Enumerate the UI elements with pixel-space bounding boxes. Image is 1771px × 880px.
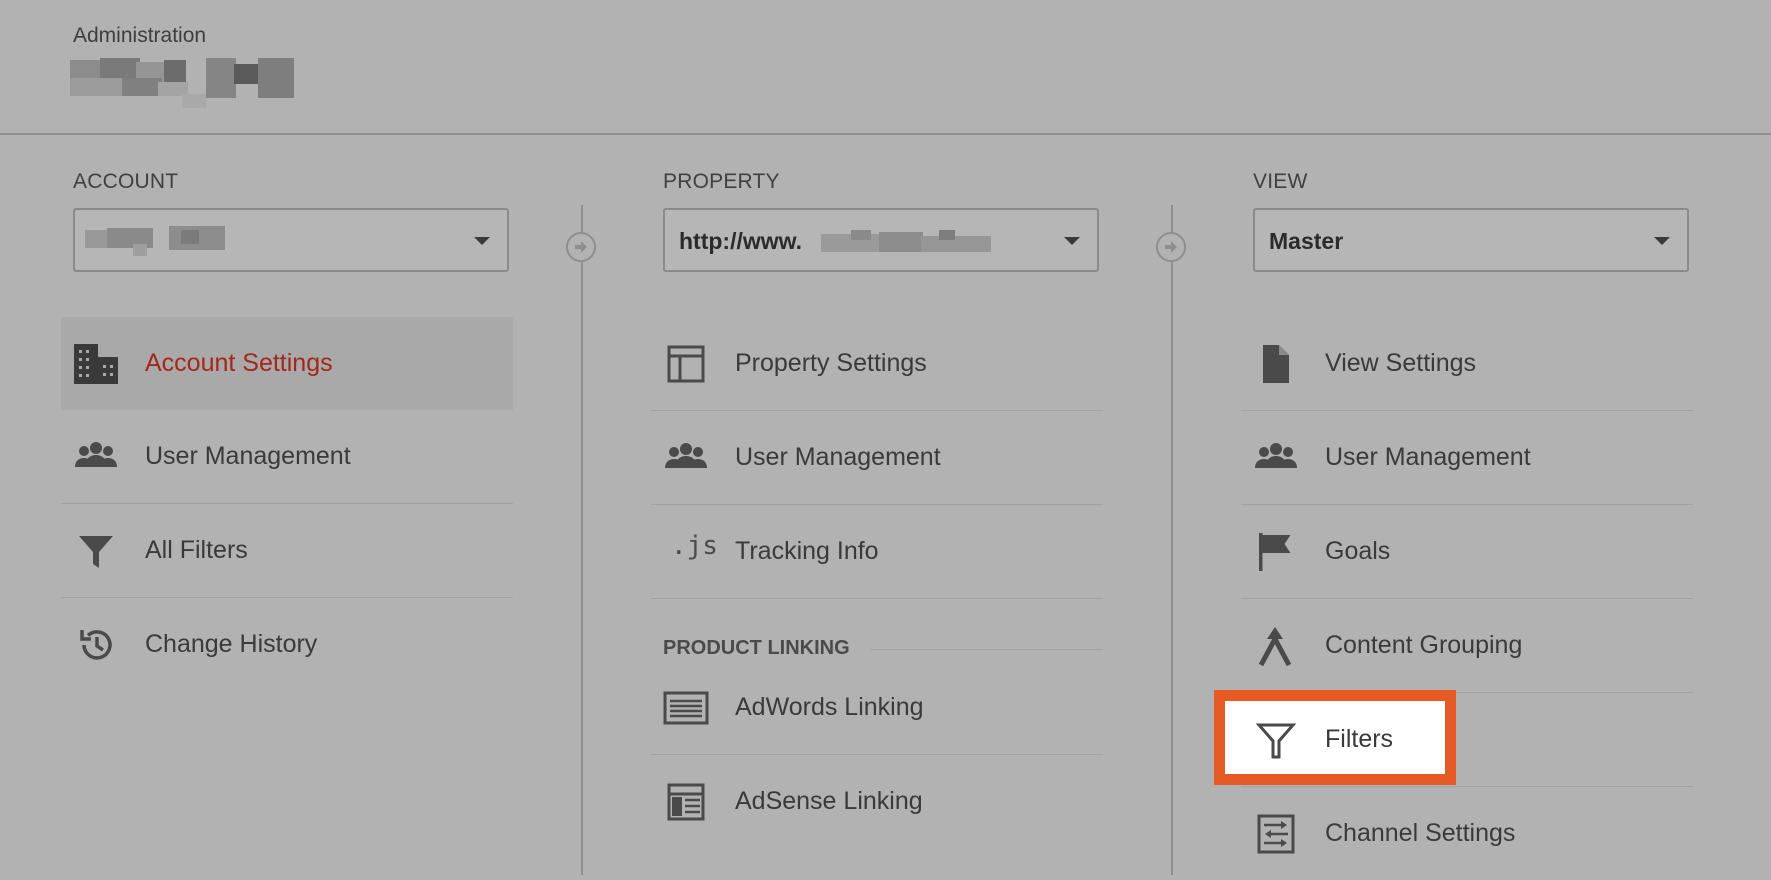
section-title: PRODUCT LINKING	[663, 637, 870, 660]
adwords-icon	[663, 691, 709, 725]
account-name-redacted	[70, 58, 298, 110]
sidebar-item-filters[interactable]: Filters	[1241, 693, 1693, 787]
sidebar-item-label: Property Settings	[735, 349, 927, 377]
sidebar-item-label: View Settings	[1325, 349, 1477, 377]
chevron-down-icon	[474, 237, 490, 245]
property-url-redacted	[821, 230, 991, 258]
sidebar-item-view-settings[interactable]: View Settings	[1241, 317, 1693, 411]
sidebar-item-label: Content Grouping	[1325, 631, 1523, 659]
sidebar-item-user-management[interactable]: User Management	[61, 410, 513, 504]
flag-icon	[1259, 533, 1291, 571]
sidebar-item-channel-settings[interactable]: Channel Settings	[1241, 787, 1693, 880]
sidebar-item-label: User Management	[735, 443, 941, 471]
sidebar-item-label: Tracking Info	[735, 537, 879, 565]
property-label: PROPERTY	[663, 170, 780, 193]
sidebar-item-account-settings[interactable]: Account Settings	[61, 317, 513, 410]
admin-header: Administration	[0, 0, 1771, 135]
sidebar-item-label: Account Settings	[145, 349, 333, 377]
view-selector[interactable]: Master	[1253, 208, 1689, 272]
sidebar-item-all-filters[interactable]: All Filters	[61, 504, 513, 598]
property-selected-value: http://www.	[679, 228, 803, 254]
sidebar-item-label: AdWords Linking	[735, 693, 924, 721]
chevron-down-icon	[1064, 237, 1080, 245]
sidebar-item-label: Goals	[1325, 537, 1391, 565]
view-label: VIEW	[1253, 170, 1308, 193]
sidebar-item-adsense-linking[interactable]: AdSense Linking	[651, 755, 1103, 848]
arrow-right-icon	[566, 232, 596, 262]
document-icon	[1263, 345, 1289, 383]
sidebar-item-property-user-management[interactable]: User Management	[651, 411, 1103, 505]
arrow-right-icon	[1156, 232, 1186, 262]
sidebar-item-view-user-management[interactable]: User Management	[1241, 411, 1693, 505]
page-title: Administration	[73, 24, 207, 47]
account-menu: Account Settings User Management All Fil…	[61, 317, 513, 691]
sidebar-item-label: All Filters	[145, 536, 248, 564]
content-grouping-icon	[1258, 627, 1292, 667]
filter-icon	[1255, 723, 1297, 759]
property-menu: Property Settings User Management .js Tr…	[651, 317, 1103, 848]
sidebar-item-content-grouping[interactable]: Content Grouping	[1241, 599, 1693, 693]
account-selector[interactable]	[73, 208, 509, 272]
account-selector-redacted	[85, 226, 225, 256]
account-column: ACCOUNT Account Settings User Management…	[61, 170, 513, 660]
sidebar-item-label: User Management	[1325, 443, 1531, 471]
product-linking-section: PRODUCT LINKING	[651, 599, 1103, 661]
adsense-icon	[667, 783, 705, 821]
sidebar-item-adwords-linking[interactable]: AdWords Linking	[651, 661, 1103, 755]
js-icon: .js	[671, 531, 718, 561]
column-divider	[1171, 205, 1173, 875]
property-selector[interactable]: http://www.	[663, 208, 1099, 272]
sidebar-item-change-history[interactable]: Change History	[61, 598, 513, 691]
chevron-down-icon	[1654, 237, 1670, 245]
property-column: PROPERTY http://www. Property Settings U…	[651, 170, 1103, 821]
channel-settings-icon	[1257, 814, 1295, 854]
filter-icon	[79, 536, 113, 568]
sidebar-item-goals[interactable]: Goals	[1241, 505, 1693, 599]
layout-icon	[667, 345, 705, 383]
users-icon	[665, 443, 707, 468]
sidebar-item-label: Filters	[1325, 725, 1394, 753]
sidebar-item-label: Channel Settings	[1325, 819, 1516, 847]
sidebar-item-label: AdSense Linking	[735, 787, 923, 815]
history-icon	[80, 630, 112, 660]
account-label: ACCOUNT	[73, 170, 179, 193]
sidebar-item-label: Change History	[145, 630, 318, 658]
sidebar-item-property-settings[interactable]: Property Settings	[651, 317, 1103, 411]
sidebar-item-tracking-info[interactable]: .js Tracking Info	[651, 505, 1103, 599]
view-menu: View Settings User Management Goals Cont…	[1241, 317, 1693, 880]
view-column: VIEW Master View Settings User Managemen…	[1241, 170, 1693, 854]
sidebar-item-label: User Management	[145, 442, 351, 470]
users-icon	[75, 442, 117, 467]
building-icon	[74, 344, 118, 384]
view-selected-value: Master	[1269, 228, 1344, 254]
users-icon	[1255, 443, 1297, 468]
column-divider	[581, 205, 583, 875]
